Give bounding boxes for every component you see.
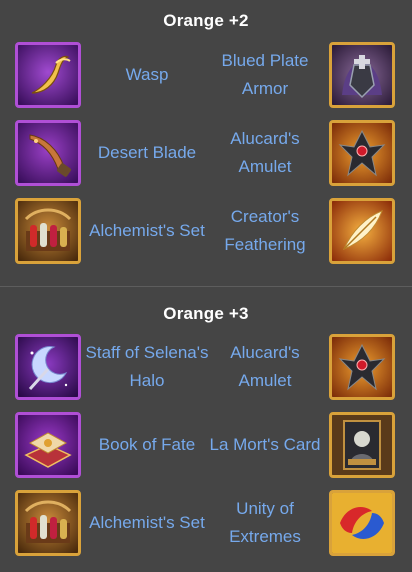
item-name: Blued Plate Armor: [221, 51, 309, 98]
item-name: Creator's Feathering: [224, 207, 306, 254]
book-of-fate-icon[interactable]: [15, 412, 81, 478]
item-row: Alchemist's Set Unity of Extremes: [0, 490, 412, 562]
alucards-amulet-icon[interactable]: [329, 120, 395, 186]
item-row: Desert Blade Alucard's Amulet: [0, 120, 412, 192]
staff-of-selenas-halo-icon[interactable]: [15, 334, 81, 400]
desert-blade-icon[interactable]: [15, 120, 81, 186]
section-divider: [0, 286, 412, 287]
item-row: Staff of Selena's Halo Alucard's Amulet: [0, 334, 412, 406]
section-title: Orange +3: [163, 304, 249, 323]
item-name: La Mort's Card: [209, 435, 321, 454]
wasp-icon[interactable]: [15, 42, 81, 108]
alchemists-set-icon[interactable]: [15, 198, 81, 264]
item-name: Alucard's Amulet: [230, 343, 300, 390]
item-row: Alchemist's Set Creator's Feathering: [0, 198, 412, 270]
unity-of-extremes-icon[interactable]: [329, 490, 395, 556]
item-name: Book of Fate: [98, 435, 196, 454]
item-name: Desert Blade: [97, 143, 197, 162]
creators-feathering-icon[interactable]: [329, 198, 395, 264]
item-row: Book of Fate La Mort's Card: [0, 412, 412, 484]
item-name: Alucard's Amulet: [230, 129, 300, 176]
section-title: Orange +2: [163, 11, 249, 30]
item-name: Alchemist's Set: [89, 513, 205, 532]
la-morts-card-icon[interactable]: [329, 412, 395, 478]
item-name: Wasp: [125, 65, 169, 84]
item-name: Unity of Extremes: [229, 499, 301, 546]
item-name: Alchemist's Set: [89, 221, 205, 240]
alchemists-set-icon[interactable]: [15, 490, 81, 556]
alucards-amulet-icon[interactable]: [329, 334, 395, 400]
blued-plate-armor-icon[interactable]: [329, 42, 395, 108]
item-row: Wasp Blued Plate Armor: [0, 42, 412, 114]
item-name: Staff of Selena's Halo: [85, 343, 209, 390]
